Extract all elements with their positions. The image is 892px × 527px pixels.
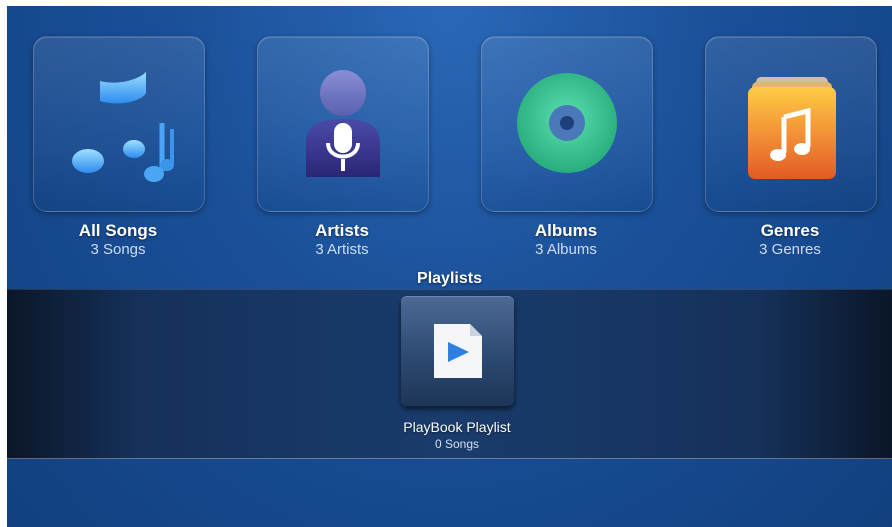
all-songs-caption: All Songs 3 Songs bbox=[18, 221, 218, 259]
playlists-shelf: PlayBook Playlist 0 Songs bbox=[7, 289, 892, 459]
playlist-caption: PlayBook Playlist 0 Songs bbox=[357, 418, 557, 452]
category-title: Genres bbox=[760, 221, 820, 240]
genres-tile[interactable] bbox=[705, 36, 877, 212]
music-library-screen: All Songs 3 Songs Artists 3 Artists Albu… bbox=[7, 6, 892, 527]
genres-caption: Genres 3 Genres bbox=[690, 221, 890, 259]
playlist-file-icon bbox=[434, 324, 482, 378]
artist-microphone-icon bbox=[306, 70, 380, 177]
all-songs-tile[interactable] bbox=[33, 36, 205, 212]
category-count: 3 Albums bbox=[535, 241, 597, 258]
album-disc-icon bbox=[517, 73, 617, 173]
category-title: Albums bbox=[534, 221, 598, 240]
category-title: All Songs bbox=[78, 221, 158, 240]
albums-caption: Albums 3 Albums bbox=[466, 221, 666, 259]
albums-tile[interactable] bbox=[481, 36, 653, 212]
playlist-tile[interactable] bbox=[401, 296, 514, 406]
category-count: 3 Genres bbox=[759, 241, 821, 258]
music-notes-icon bbox=[72, 71, 174, 182]
category-count: 3 Artists bbox=[315, 241, 369, 258]
category-count: 3 Songs bbox=[90, 241, 146, 258]
playlist-count: 0 Songs bbox=[434, 437, 480, 451]
playlists-heading: Playlists bbox=[417, 270, 482, 287]
category-title: Artists bbox=[315, 221, 369, 240]
genre-folder-icon bbox=[748, 77, 836, 179]
playlist-title: PlayBook Playlist bbox=[403, 419, 511, 435]
artists-caption: Artists 3 Artists bbox=[242, 221, 442, 259]
artists-tile[interactable] bbox=[257, 36, 429, 212]
